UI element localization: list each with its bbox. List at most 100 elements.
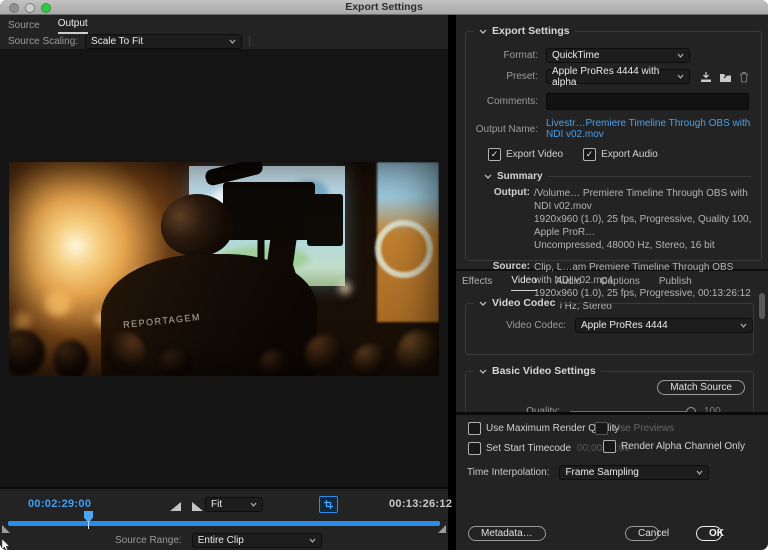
source-range-label: Source Range: [115, 535, 182, 546]
video-tab-content: Video Codec Video Codec: Apple ProRes 44… [456, 291, 768, 412]
current-timecode[interactable]: 00:02:29:00 [28, 498, 91, 510]
chevron-down-icon [696, 470, 703, 475]
summary-output: Output: /Volume… Premiere Timeline Throu… [466, 187, 753, 252]
output-name-row: Output Name: Livestr…Premiere Timeline T… [466, 118, 761, 140]
source-range-select[interactable]: Entire Clip [192, 533, 322, 548]
preset-row: Preset: Apple ProRes 4444 with alpha [466, 69, 761, 84]
quality-row: Quality: 100 [466, 406, 753, 412]
preview-image[interactable]: REPORTAGEM [9, 162, 439, 376]
comments-row: Comments: [466, 93, 761, 110]
collapse-chevron-icon [484, 174, 492, 179]
zoom-level-select[interactable]: Fit [205, 497, 263, 512]
crop-icon [324, 500, 333, 509]
render-alpha-label: Render Alpha Channel Only [621, 441, 745, 452]
chevron-down-icon [677, 53, 684, 58]
comments-input[interactable] [546, 93, 749, 110]
chevron-down-icon [250, 502, 257, 507]
close-window-icon[interactable] [9, 3, 19, 13]
summary-output-line: Uncompressed, 48000 Hz, Stereo, 16 bit [534, 239, 753, 252]
export-audio-checkbox[interactable] [583, 148, 596, 161]
preview-tabbar: Source Output [0, 15, 448, 34]
range-start-handle[interactable] [2, 525, 10, 533]
time-interpolation-label: Time Interpolation: [467, 467, 549, 478]
export-video-checkbox[interactable] [488, 148, 501, 161]
quality-slider-knob[interactable] [686, 407, 696, 413]
video-codec-row: Video Codec: Apple ProRes 4444 [466, 318, 753, 333]
match-source-button[interactable]: Match Source [657, 380, 745, 395]
video-codec-label: Video Codec: [466, 320, 566, 331]
transport-bar: 00:02:29:00 Fit 00:13:26:12 Source Range… [0, 489, 448, 550]
quality-value: 100 [704, 406, 721, 412]
ok-button[interactable]: OK [696, 526, 722, 541]
playhead-stem [88, 521, 89, 529]
export-settings-window: Export Settings Source Output Source Sca… [0, 0, 768, 550]
format-label: Format: [466, 50, 538, 61]
source-scaling-row: Source Scaling: Scale To Fit [0, 34, 448, 50]
set-start-timecode-checkbox[interactable] [468, 442, 481, 455]
video-codec-select[interactable]: Apple ProRes 4444 [575, 318, 753, 333]
use-max-render-quality-checkbox[interactable] [468, 422, 481, 435]
minimize-window-icon[interactable] [25, 3, 35, 13]
time-interpolation-select[interactable]: Frame Sampling [559, 465, 709, 480]
source-scaling-select[interactable]: Scale To Fit [85, 34, 242, 49]
window-controls [9, 3, 51, 13]
collapse-chevron-icon [479, 369, 487, 374]
chevron-down-icon [740, 323, 747, 328]
import-preset-icon[interactable] [719, 71, 732, 83]
basic-video-settings-header[interactable]: Basic Video Settings [474, 365, 601, 377]
video-preview-area: REPORTAGEM [0, 50, 448, 487]
chevron-down-icon [677, 74, 684, 79]
save-preset-icon[interactable] [700, 71, 712, 83]
settings-pane: Export Settings Format: QuickTime Preset… [456, 15, 768, 550]
video-codec-header[interactable]: Video Codec [474, 297, 560, 309]
vignette [9, 162, 439, 376]
source-scaling-label: Source Scaling: [8, 36, 78, 47]
summary-header[interactable]: Summary [484, 171, 751, 182]
scrollbar-thumb[interactable] [759, 293, 765, 319]
export-audio-label: Export Audio [601, 149, 658, 160]
chevron-down-icon [229, 39, 236, 44]
preset-select[interactable]: Apple ProRes 4444 with alpha [546, 69, 690, 84]
preset-label: Preset: [466, 71, 538, 82]
summary-output-line: 1920x960 (1.0), 25 fps, Progressive, Qua… [534, 213, 753, 239]
tab-output[interactable]: Output [58, 18, 88, 34]
preview-pane: Source Output Source Scaling: Scale To F… [0, 15, 448, 550]
output-name-label: Output Name: [466, 124, 538, 135]
comments-label: Comments: [466, 96, 538, 107]
zoom-window-icon[interactable] [41, 3, 51, 13]
quality-label: Quality: [466, 406, 560, 412]
duration-timecode: 00:13:26:12 [389, 498, 452, 510]
format-row: Format: QuickTime [466, 48, 761, 63]
mouse-cursor-icon [1, 539, 10, 550]
divider [249, 36, 250, 47]
range-end-handle[interactable] [438, 525, 446, 533]
source-range-row: Source Range: Entire Clip [115, 533, 322, 548]
window-title: Export Settings [345, 1, 423, 13]
format-select[interactable]: QuickTime [546, 48, 690, 63]
set-start-timecode-label: Set Start Timecode [486, 443, 571, 454]
tab-source[interactable]: Source [8, 20, 40, 34]
delete-preset-icon[interactable] [739, 71, 749, 83]
set-in-point-icon[interactable] [170, 502, 181, 511]
summary-source-line: Clip, L…am Premiere Timeline Through OBS… [534, 261, 753, 287]
summary-output-line: /Volume… Premiere Timeline Through OBS w… [534, 187, 753, 213]
export-video-label: Export Video [506, 149, 563, 160]
render-alpha-checkbox[interactable] [603, 440, 616, 453]
title-bar[interactable]: Export Settings [0, 0, 768, 15]
collapse-chevron-icon [479, 301, 487, 306]
metadata-button[interactable]: Metadata… [468, 526, 546, 541]
export-toggles-row: Export Video Export Audio [488, 148, 761, 161]
chevron-down-icon [309, 538, 316, 543]
crop-output-button[interactable] [319, 496, 338, 513]
collapse-chevron-icon [479, 29, 487, 34]
use-previews-label: Use Previews [613, 423, 674, 434]
export-settings-header[interactable]: Export Settings [474, 25, 575, 37]
set-out-point-icon[interactable] [192, 502, 203, 511]
output-name-link[interactable]: Livestr…Premiere Timeline Through OBS wi… [546, 118, 761, 140]
render-options-section: Use Maximum Render Quality Use Previews … [456, 415, 768, 493]
cancel-button[interactable]: Cancel [625, 526, 659, 541]
panel-divider[interactable] [448, 15, 456, 550]
quality-slider-track[interactable] [570, 411, 688, 413]
scrub-track[interactable] [8, 521, 440, 526]
use-previews-checkbox [595, 422, 608, 435]
